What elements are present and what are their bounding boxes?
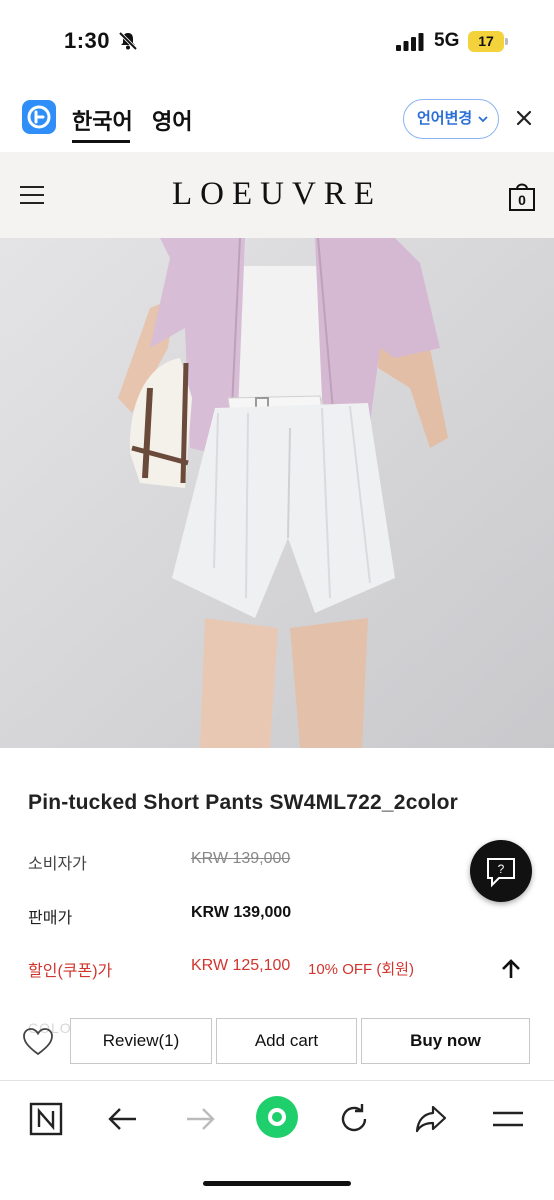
close-icon[interactable]: [515, 109, 533, 127]
cell-signal-icon: [396, 33, 424, 51]
review-button[interactable]: Review(1): [70, 1018, 212, 1064]
coupon-price-value: KRW 125,100: [191, 957, 291, 974]
silent-bell-icon: [118, 31, 138, 51]
sale-price-row: 판매가 KRW 139,000: [28, 904, 528, 928]
chat-glyph: ?: [498, 862, 505, 876]
tab-english[interactable]: 영어: [152, 104, 192, 136]
add-cart-button[interactable]: Add cart: [216, 1018, 357, 1064]
translator-logo-icon: [22, 100, 56, 134]
naver-home-icon[interactable]: [26, 1099, 66, 1139]
translate-bar: 한국어 영어 언어변경: [0, 84, 554, 152]
active-tab-indicator: [72, 140, 130, 143]
product-image[interactable]: [0, 238, 554, 748]
tab-korean[interactable]: 한국어: [72, 104, 133, 136]
wishlist-heart-icon[interactable]: [22, 1027, 54, 1057]
buy-now-button[interactable]: Buy now: [361, 1018, 530, 1064]
status-time: 1:30: [64, 28, 111, 53]
coupon-price-row: 할인(쿠폰)가 KRW 125,100 10% OFF (회원): [28, 957, 528, 981]
more-menu-icon[interactable]: [488, 1099, 528, 1139]
consumer-price-label: 소비자가: [28, 856, 87, 873]
chat-help-button[interactable]: ?: [470, 840, 532, 902]
consumer-price-row: 소비자가 KRW 139,000: [28, 850, 528, 874]
forward-arrow-icon[interactable]: [180, 1099, 220, 1139]
scroll-top-arrow-icon[interactable]: [499, 957, 523, 981]
battery-level: 17: [478, 33, 494, 49]
coupon-discount: 10% OFF (회원): [308, 961, 414, 978]
status-bar: 1:30 5G 17: [0, 0, 554, 84]
sale-price-label: 판매가: [28, 910, 73, 927]
coupon-price-label: 할인(쿠폰)가: [28, 963, 113, 980]
site-header: LOEUVRE 0: [0, 152, 554, 238]
purchase-action-bar: COLOR Review(1) Add cart Buy now: [0, 1000, 554, 1080]
network-type: 5G: [434, 30, 460, 51]
share-icon[interactable]: [411, 1099, 451, 1139]
product-title: Pin-tucked Short Pants SW4ML722_2color: [28, 791, 459, 814]
refresh-icon[interactable]: [334, 1099, 374, 1139]
brand-logo[interactable]: LOEUVRE: [0, 176, 554, 213]
browser-toolbar: [0, 1080, 554, 1200]
chevron-down-icon: [478, 116, 488, 123]
cart-count: 0: [518, 192, 526, 208]
green-dot-icon[interactable]: [255, 1095, 299, 1139]
back-arrow-icon[interactable]: [103, 1099, 143, 1139]
home-indicator: [203, 1181, 351, 1186]
change-language-button[interactable]: 언어변경: [403, 99, 499, 139]
consumer-price-value: KRW 139,000: [191, 850, 291, 867]
sale-price-value: KRW 139,000: [191, 904, 292, 921]
battery-icon: 17: [468, 31, 508, 52]
chat-bubble-icon: ?: [487, 858, 515, 888]
change-language-label: 언어변경: [417, 110, 473, 127]
